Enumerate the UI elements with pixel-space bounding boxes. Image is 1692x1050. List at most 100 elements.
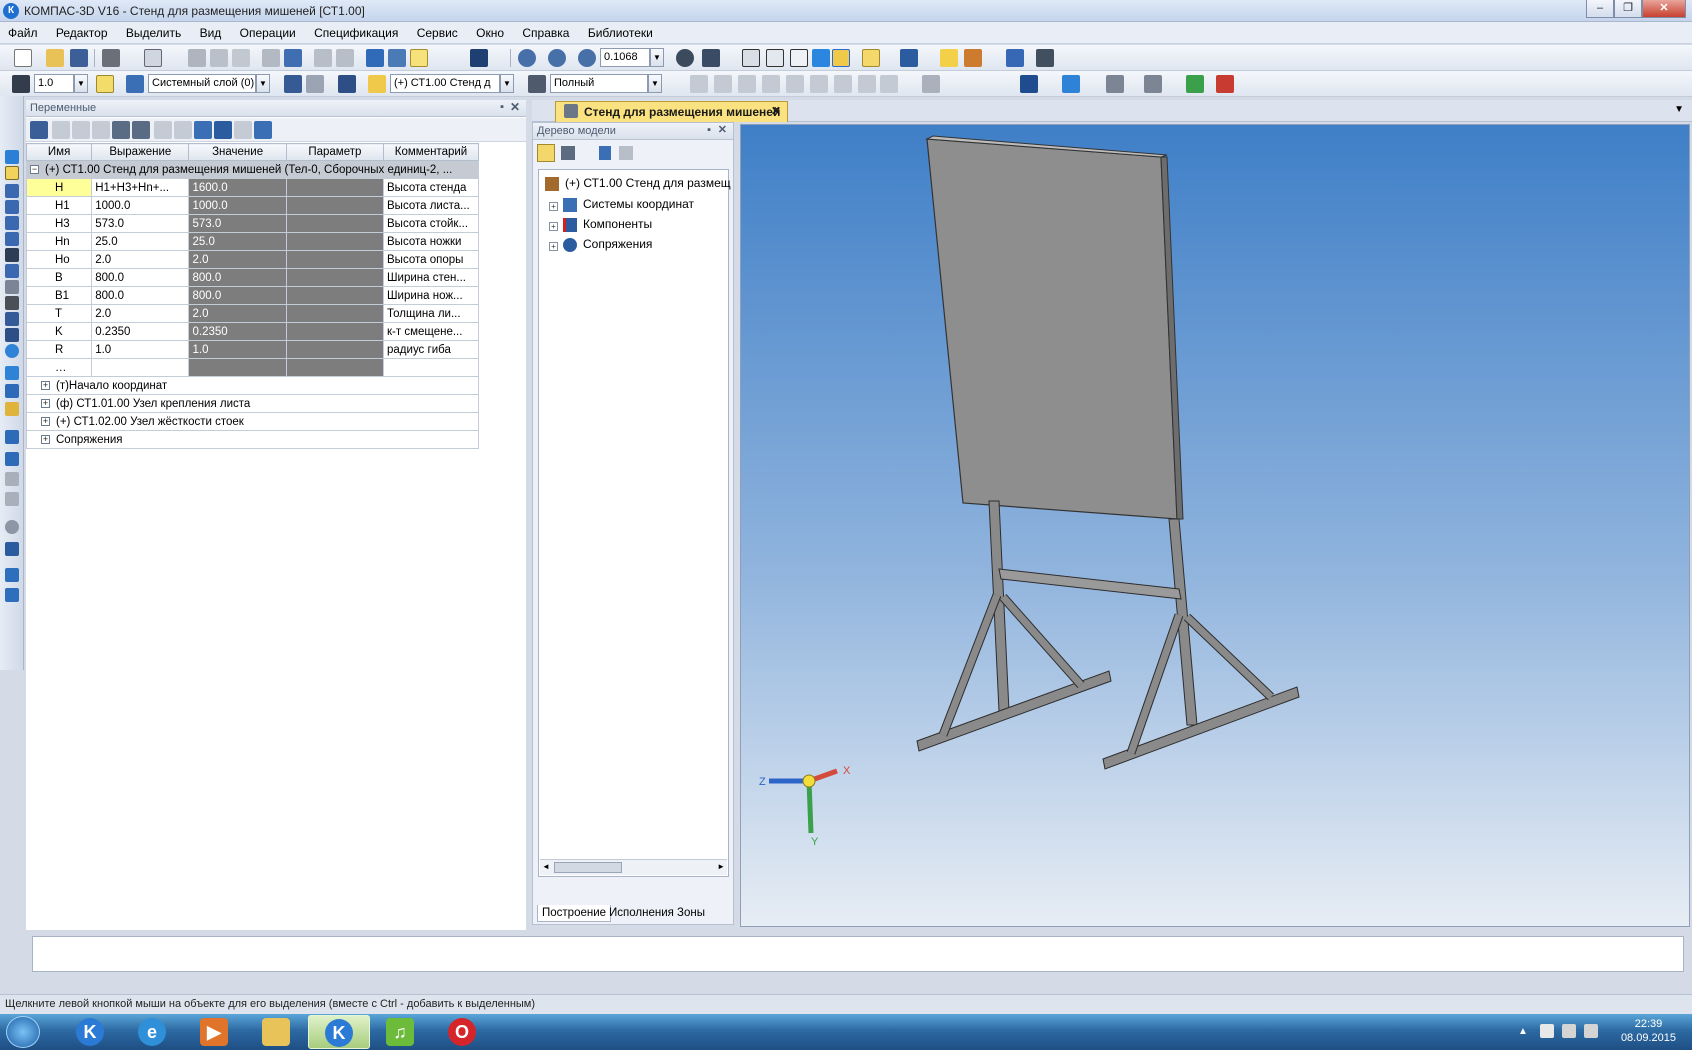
column-header-comment[interactable]: Комментарий bbox=[383, 143, 479, 161]
menu-operations[interactable]: Операции bbox=[232, 22, 303, 40]
column-header-name[interactable]: Имя bbox=[25, 143, 93, 161]
rotate-icon[interactable] bbox=[676, 49, 694, 67]
orientation-icon[interactable] bbox=[702, 49, 720, 67]
snap-intersect-icon[interactable] bbox=[738, 75, 756, 93]
tree-doc-icon[interactable] bbox=[619, 146, 633, 160]
chevron-down-icon[interactable]: ▼ bbox=[650, 48, 664, 67]
snap-mid-icon[interactable] bbox=[714, 75, 732, 93]
local-cs-icon[interactable] bbox=[284, 75, 302, 93]
preview-icon[interactable] bbox=[144, 49, 162, 67]
variable-comment[interactable]: Высота ножки bbox=[383, 232, 479, 251]
target-stand-model[interactable]: Z X Y bbox=[741, 125, 1690, 927]
metal-icon[interactable] bbox=[5, 452, 19, 466]
chevron-down-icon[interactable]: ▼ bbox=[500, 74, 514, 93]
menu-select[interactable]: Выделить bbox=[118, 22, 188, 40]
scroll-left-icon[interactable]: ◄ bbox=[542, 862, 550, 871]
subgroup-row[interactable]: + (т)Начало координат bbox=[26, 376, 479, 395]
orient-icon[interactable] bbox=[338, 75, 356, 93]
render-icon[interactable] bbox=[1106, 75, 1124, 93]
properties-2-icon[interactable] bbox=[306, 75, 324, 93]
spatial-curves-icon[interactable] bbox=[5, 184, 19, 198]
thin-lines-icon[interactable] bbox=[790, 49, 808, 67]
aux-geometry-icon[interactable] bbox=[5, 232, 19, 246]
transform-icon[interactable] bbox=[5, 568, 19, 582]
taskbar-opera[interactable]: O bbox=[432, 1015, 494, 1049]
snap-tangent-icon[interactable] bbox=[762, 75, 780, 93]
new-variable-cell[interactable]: … bbox=[25, 358, 93, 377]
text-style-icon[interactable] bbox=[1216, 75, 1234, 93]
zoom-scale-field[interactable]: 0.1068 bbox=[600, 48, 650, 67]
shaded-icon[interactable] bbox=[812, 49, 830, 67]
snap-icon[interactable] bbox=[96, 75, 114, 93]
help-icon[interactable] bbox=[254, 121, 272, 139]
build-icon[interactable] bbox=[964, 49, 982, 67]
tab-document[interactable]: Стенд для размещения мишеней ✕ bbox=[555, 101, 788, 122]
subgroup-row[interactable]: + (+) СТ1.02.00 Узел жёсткости стоек bbox=[26, 412, 479, 431]
zoom-in-icon[interactable] bbox=[578, 49, 596, 67]
snap-angle-icon[interactable] bbox=[834, 75, 852, 93]
snap-point-icon[interactable] bbox=[690, 75, 708, 93]
step-cursor-icon[interactable] bbox=[12, 75, 30, 93]
zoom-icon[interactable] bbox=[548, 49, 566, 67]
surfaces-icon[interactable] bbox=[5, 200, 19, 214]
variable-name[interactable]: Hn bbox=[25, 232, 93, 251]
delete-variable-icon[interactable] bbox=[52, 121, 70, 139]
print-icon[interactable] bbox=[102, 49, 120, 67]
maximize-button[interactable]: ❐ bbox=[1614, 0, 1642, 18]
display-mode-icon[interactable] bbox=[528, 75, 546, 93]
variable-name[interactable]: Ho bbox=[25, 250, 93, 269]
tray-network-icon[interactable] bbox=[1562, 1024, 1576, 1038]
weld-icon[interactable] bbox=[5, 384, 19, 398]
tree-item-coordinate-systems[interactable]: Системы координат bbox=[563, 197, 694, 212]
start-button[interactable] bbox=[6, 1016, 40, 1048]
properties-icon[interactable] bbox=[262, 49, 280, 67]
assembly-icon[interactable] bbox=[5, 166, 19, 180]
table-row[interactable]: H1 1000.0 1000.0 Высота листа... bbox=[25, 196, 479, 215]
menu-specification[interactable]: Спецификация bbox=[306, 22, 405, 40]
tree-toggle-icon[interactable] bbox=[388, 49, 406, 67]
new-variable-icon[interactable] bbox=[30, 121, 48, 139]
external-icon[interactable] bbox=[174, 121, 192, 139]
chevron-down-icon[interactable]: ▼ bbox=[74, 74, 88, 93]
move-down-icon[interactable] bbox=[132, 121, 150, 139]
zoom-window-icon[interactable] bbox=[518, 49, 536, 67]
new-document-icon[interactable] bbox=[14, 49, 32, 67]
variable-name[interactable]: T bbox=[25, 304, 93, 323]
editing-icon[interactable] bbox=[5, 150, 19, 164]
arrays-icon[interactable] bbox=[5, 216, 19, 230]
horizontal-scrollbar[interactable]: ◄ ► bbox=[540, 859, 727, 875]
table-row[interactable]: H H1+H3+Hn+... 1600.0 Высота стенда bbox=[25, 178, 479, 197]
sheet-metal-icon[interactable] bbox=[5, 344, 19, 358]
variable-expression[interactable]: 573.0 bbox=[91, 214, 190, 233]
taskbar-kompas-active[interactable]: K bbox=[308, 1015, 370, 1049]
variable-name[interactable]: B1 bbox=[25, 286, 93, 305]
3d-viewport[interactable]: Z X Y bbox=[740, 124, 1690, 927]
tree-root[interactable]: (+) СТ1.00 Стенд для размещ bbox=[545, 176, 731, 191]
clip-tool-icon[interactable] bbox=[5, 280, 19, 294]
snap-grid-icon[interactable] bbox=[786, 75, 804, 93]
view-mode-select[interactable]: Полный bbox=[550, 74, 648, 93]
measure-icon[interactable] bbox=[1036, 49, 1054, 67]
tab-list-chevron-icon[interactable]: ▼ bbox=[1674, 104, 1684, 115]
properties-bar[interactable] bbox=[32, 936, 1684, 972]
menu-edit[interactable]: Редактор bbox=[48, 22, 115, 40]
assembly-group-row[interactable]: − (+) СТ1.00 Стенд для размещения мишеней… bbox=[26, 160, 479, 179]
snap-quadrant-icon[interactable] bbox=[880, 75, 898, 93]
filter-vars-icon[interactable] bbox=[234, 121, 252, 139]
tab-build[interactable]: Построение bbox=[537, 905, 612, 922]
close-panel-icon[interactable]: ✕ bbox=[718, 123, 727, 136]
shaded-edges-icon[interactable] bbox=[832, 49, 850, 67]
variable-expression[interactable]: 1.0 bbox=[91, 340, 190, 359]
close-tab-icon[interactable]: ✕ bbox=[771, 104, 781, 118]
tree-view-icon[interactable] bbox=[561, 146, 575, 160]
taskbar-media[interactable]: ▶ bbox=[184, 1015, 246, 1049]
menu-file[interactable]: Файл bbox=[0, 22, 45, 40]
table-row[interactable]: T 2.0 2.0 Толщина ли... bbox=[25, 304, 479, 323]
close-button[interactable]: ✕ bbox=[1642, 0, 1686, 18]
info-icon[interactable] bbox=[194, 121, 212, 139]
tray-expand-icon[interactable]: ▲ bbox=[1518, 1026, 1528, 1037]
spec-icon[interactable] bbox=[284, 49, 302, 67]
tree-info-icon[interactable] bbox=[599, 146, 611, 160]
variable-name[interactable]: H1 bbox=[25, 196, 93, 215]
save-icon[interactable] bbox=[70, 49, 88, 67]
